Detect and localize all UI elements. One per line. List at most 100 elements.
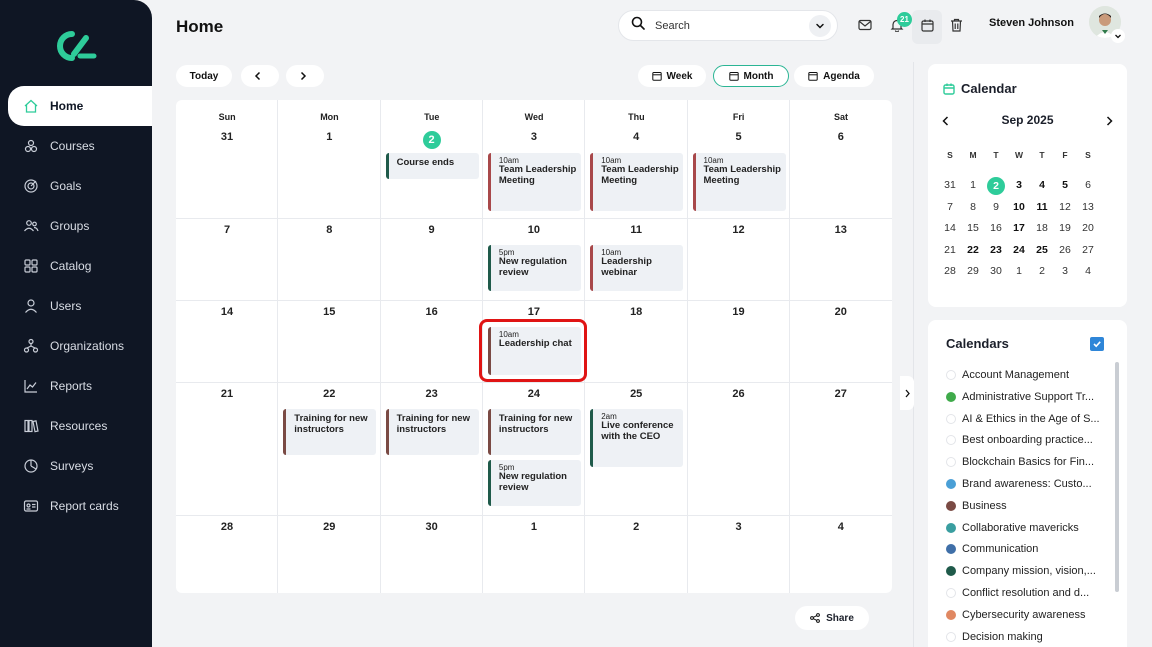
- sidebar-item-organizations[interactable]: Organizations: [0, 326, 152, 366]
- day-number[interactable]: 19: [688, 306, 790, 318]
- calendar-color-dot[interactable]: [946, 500, 956, 511]
- day-number[interactable]: 18: [585, 306, 687, 318]
- view-month-button[interactable]: Month: [713, 65, 789, 87]
- mini-day[interactable]: 18: [1031, 222, 1053, 234]
- calendar-color-dot[interactable]: [946, 479, 956, 489]
- share-button[interactable]: Share: [795, 606, 869, 630]
- mini-day[interactable]: 14: [939, 222, 961, 234]
- day-number[interactable]: 10: [483, 224, 585, 236]
- day-number[interactable]: 30: [381, 521, 483, 533]
- day-number[interactable]: 22: [278, 388, 380, 400]
- search-input[interactable]: Search: [655, 20, 809, 32]
- mini-day[interactable]: 29: [962, 265, 984, 277]
- day-number[interactable]: 5: [688, 131, 790, 143]
- sidebar-item-resources[interactable]: Resources: [0, 406, 152, 446]
- mini-day[interactable]: 7: [939, 201, 961, 213]
- mini-next-button[interactable]: [1103, 114, 1115, 126]
- mini-day[interactable]: 13: [1077, 201, 1099, 213]
- trash-icon[interactable]: [947, 16, 965, 34]
- mini-day[interactable]: 24: [1008, 244, 1030, 256]
- day-number[interactable]: 14: [176, 306, 278, 318]
- calendar-color-dot[interactable]: [946, 588, 956, 598]
- day-number[interactable]: 4: [790, 521, 892, 533]
- mini-day[interactable]: 28: [939, 265, 961, 277]
- day-number[interactable]: 12: [688, 224, 790, 236]
- calendar-list-item[interactable]: Blockchain Basics for Fin...: [946, 453, 1106, 471]
- calendar-list-item[interactable]: Collaborative mavericks: [946, 519, 1106, 537]
- sidebar-item-groups[interactable]: Groups: [0, 206, 152, 246]
- sidebar-item-courses[interactable]: Courses: [0, 126, 152, 166]
- calendar-event[interactable]: 10am Leadership webinar: [590, 245, 684, 291]
- mini-day[interactable]: 19: [1054, 222, 1076, 234]
- day-number[interactable]: 6: [790, 131, 892, 143]
- app-logo[interactable]: [56, 30, 98, 62]
- day-number[interactable]: 3: [483, 131, 585, 143]
- chevron-down-icon[interactable]: [809, 14, 831, 37]
- today-button[interactable]: Today: [176, 65, 232, 87]
- select-all-checkbox[interactable]: [1090, 337, 1104, 351]
- calendar-list-item[interactable]: Cybersecurity awareness: [946, 606, 1106, 624]
- mini-day[interactable]: 2: [985, 177, 1007, 195]
- day-number[interactable]: 24: [483, 388, 585, 400]
- mini-day[interactable]: 20: [1077, 222, 1099, 234]
- day-number[interactable]: 23: [381, 388, 483, 400]
- calendar-list-item[interactable]: Communication: [946, 540, 1106, 558]
- calendar-color-dot[interactable]: [946, 435, 956, 446]
- calendar-event[interactable]: 10am Team Leadership Meeting: [487, 153, 581, 211]
- calendar-color-dot[interactable]: [946, 457, 956, 468]
- mini-day[interactable]: 3: [1008, 179, 1030, 191]
- mini-day[interactable]: 11: [1031, 201, 1053, 213]
- mini-day[interactable]: 1: [1008, 265, 1030, 277]
- collapse-panel-button[interactable]: [900, 376, 914, 410]
- day-number[interactable]: 16: [381, 306, 483, 318]
- mini-day[interactable]: 4: [1031, 179, 1053, 191]
- sidebar-item-surveys[interactable]: Surveys: [0, 446, 152, 486]
- calendar-event[interactable]: Training for new instructors: [487, 409, 581, 455]
- day-number[interactable]: 7: [176, 224, 278, 236]
- calendar-event[interactable]: 10am Team Leadership Meeting: [692, 153, 786, 211]
- calendar-event[interactable]: 5pm New regulation review: [487, 460, 581, 506]
- day-number[interactable]: 2: [381, 131, 483, 149]
- mini-day[interactable]: 4: [1077, 265, 1099, 277]
- mini-day[interactable]: 15: [962, 222, 984, 234]
- calendar-color-dot[interactable]: [946, 609, 956, 620]
- mini-day[interactable]: 1: [962, 179, 984, 191]
- mini-day[interactable]: 8: [962, 201, 984, 213]
- day-number[interactable]: 21: [176, 388, 278, 400]
- sidebar-item-catalog[interactable]: Catalog: [0, 246, 152, 286]
- calendar-event[interactable]: Training for new instructors: [283, 409, 377, 455]
- calendar-list-item[interactable]: Company mission, vision,...: [946, 562, 1106, 580]
- day-number[interactable]: 25: [585, 388, 687, 400]
- mini-day[interactable]: 2: [1031, 265, 1053, 277]
- mini-day[interactable]: 30: [985, 265, 1007, 277]
- calendar-color-dot[interactable]: [946, 370, 956, 380]
- day-number[interactable]: 31: [176, 131, 278, 143]
- sidebar-item-users[interactable]: Users: [0, 286, 152, 326]
- sidebar-item-goals[interactable]: Goals: [0, 166, 152, 206]
- calendar-list-item[interactable]: AI & Ethics in the Age of S...: [946, 410, 1106, 428]
- day-number[interactable]: 27: [790, 388, 892, 400]
- mail-icon[interactable]: [856, 16, 874, 34]
- view-agenda-button[interactable]: Agenda: [794, 65, 874, 87]
- calendar-event[interactable]: 10am Team Leadership Meeting: [590, 153, 684, 211]
- calendar-color-dot[interactable]: [946, 566, 956, 577]
- mini-day[interactable]: 6: [1077, 179, 1099, 191]
- calendars-scrollbar[interactable]: [1115, 362, 1119, 592]
- next-month-button[interactable]: [286, 65, 324, 87]
- user-menu-chevron-icon[interactable]: [1111, 29, 1125, 43]
- search-bar[interactable]: Search: [618, 10, 838, 41]
- day-number[interactable]: 8: [278, 224, 380, 236]
- calendar-color-dot[interactable]: [946, 631, 956, 642]
- mini-day[interactable]: 10: [1008, 201, 1030, 213]
- calendar-event[interactable]: 5pm New regulation review: [487, 245, 581, 291]
- calendar-list-item[interactable]: Conflict resolution and d...: [946, 584, 1106, 602]
- day-number[interactable]: 28: [176, 521, 278, 533]
- mini-day[interactable]: 27: [1077, 244, 1099, 256]
- mini-day[interactable]: 12: [1054, 201, 1076, 213]
- day-number[interactable]: 9: [381, 224, 483, 236]
- mini-day[interactable]: 23: [985, 244, 1007, 256]
- mini-day[interactable]: 25: [1031, 244, 1053, 256]
- calendar-list-item[interactable]: Best onboarding practice...: [946, 431, 1106, 449]
- mini-day[interactable]: 31: [939, 179, 961, 191]
- calendar-list-item[interactable]: Business: [946, 497, 1106, 515]
